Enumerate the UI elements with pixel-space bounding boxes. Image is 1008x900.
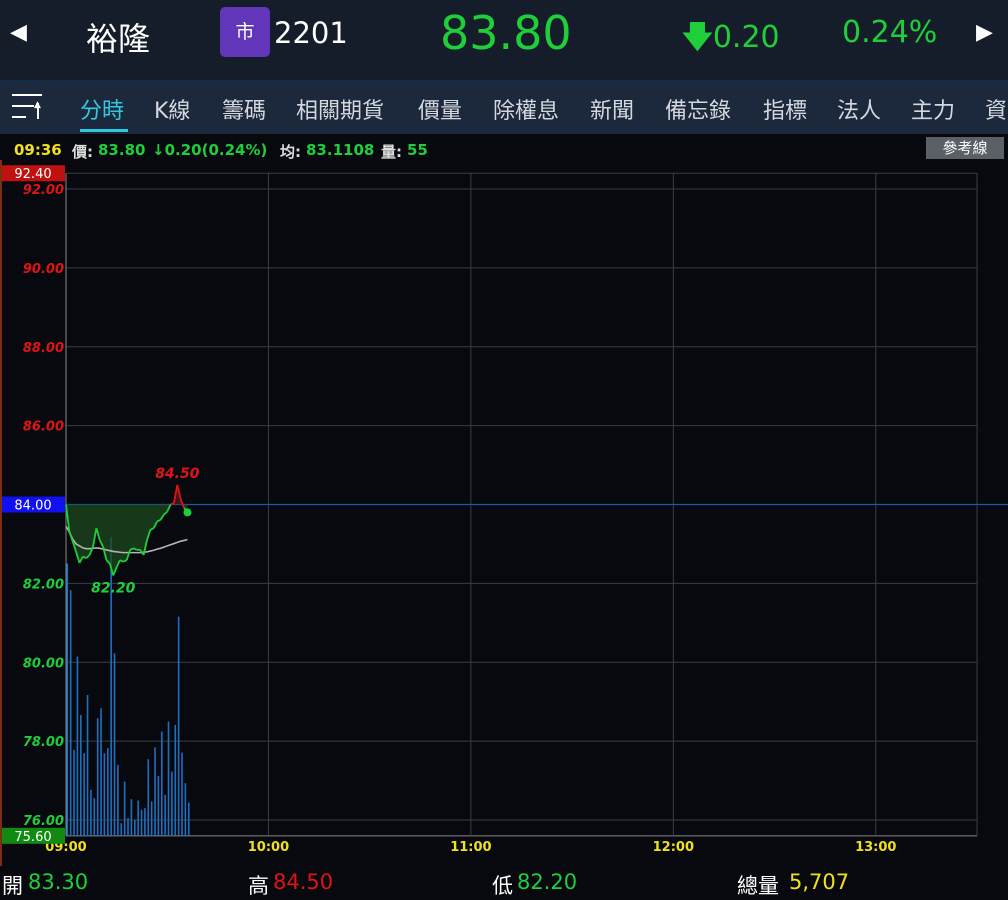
volume-bar bbox=[154, 747, 156, 836]
market-badge: 市 bbox=[220, 7, 270, 57]
tab-7[interactable]: 備忘錄 bbox=[665, 93, 731, 125]
volume-bar bbox=[76, 656, 79, 836]
volume-bar bbox=[147, 759, 150, 836]
volume-bar bbox=[90, 789, 92, 836]
info-vol: 55 bbox=[407, 141, 428, 159]
volume-bar bbox=[157, 775, 160, 836]
active-tab-underline bbox=[80, 129, 128, 132]
volume-bar bbox=[123, 781, 126, 836]
next-stock-icon[interactable]: ▶ bbox=[976, 20, 993, 45]
volume-bar bbox=[100, 708, 102, 836]
y-tick-label: 80.00 bbox=[23, 656, 64, 671]
info-avg: 83.1108 bbox=[306, 141, 375, 159]
y-tick-label: 82.00 bbox=[23, 577, 64, 592]
info-price: 83.80 bbox=[98, 141, 146, 159]
volume-bar bbox=[130, 799, 133, 836]
x-tick-label: 10:00 bbox=[248, 840, 289, 855]
max-limit-label: 92.40 bbox=[14, 167, 51, 182]
high-value: 84.50 bbox=[273, 870, 334, 894]
volume-bar bbox=[167, 721, 170, 836]
down-arrow-icon: 🡇 bbox=[682, 20, 713, 55]
volume-bar bbox=[120, 823, 123, 836]
stock-name: 裕隆 bbox=[86, 20, 151, 58]
y-tick-label: 90.00 bbox=[23, 262, 64, 277]
volume-bar bbox=[73, 749, 75, 836]
x-tick-label: 13:00 bbox=[855, 840, 896, 855]
open-value: 83.30 bbox=[28, 870, 89, 894]
volume-bar bbox=[174, 724, 177, 836]
volume-bar bbox=[83, 753, 85, 836]
vol-label: 量: bbox=[381, 143, 402, 161]
x-tick-label: 12:00 bbox=[653, 840, 694, 855]
volume-bar bbox=[187, 802, 190, 836]
last-price-dot bbox=[183, 508, 192, 517]
x-tick-label: 11:00 bbox=[450, 840, 491, 855]
price-change: 🡇0.20 bbox=[682, 20, 780, 55]
y-tick-label: 76.00 bbox=[23, 814, 64, 829]
y-tick-label: 88.00 bbox=[23, 341, 64, 356]
tab-2[interactable]: 籌碼 bbox=[222, 93, 266, 125]
total-volume-label: 總量 bbox=[737, 874, 779, 898]
high-price-label: 84.50 bbox=[155, 466, 200, 482]
intraday-chart: 92.00 90.00 88.00 86.00 82.00 80.00 78.00 76.00… bbox=[0, 160, 1008, 866]
volume-bar bbox=[150, 801, 153, 836]
open-label: 開 bbox=[2, 874, 23, 898]
min-limit-label: 75.60 bbox=[14, 830, 51, 845]
tab-5[interactable]: 除權息 bbox=[493, 93, 559, 125]
volume-bar bbox=[66, 563, 69, 836]
tab-9[interactable]: 法人 bbox=[837, 93, 881, 125]
volume-bar bbox=[86, 694, 89, 836]
low-price-label: 82.20 bbox=[91, 581, 136, 597]
volume-bar bbox=[184, 783, 187, 836]
tab-4[interactable]: 價量 bbox=[418, 93, 462, 125]
volume-bar bbox=[140, 809, 143, 836]
volume-bar bbox=[127, 818, 129, 836]
reference-price-label: 84.00 bbox=[14, 499, 51, 514]
low-value: 82.20 bbox=[517, 870, 578, 894]
y-tick-label: 86.00 bbox=[23, 420, 64, 435]
price-label: 價: bbox=[72, 143, 93, 161]
volume-bar bbox=[93, 798, 96, 836]
volume-bar bbox=[171, 771, 173, 836]
tab-6[interactable]: 新聞 bbox=[590, 93, 634, 125]
total-volume-value: 5,707 bbox=[789, 870, 850, 894]
last-price: 83.80 bbox=[440, 6, 572, 60]
y-tick-label: 78.00 bbox=[23, 735, 64, 750]
tab-bar: ▲ 分時 K線 籌碼 相關期貨 價量 除權息 新聞 備忘錄 指標 法人 主力資 bbox=[0, 80, 1008, 134]
volume-bar bbox=[177, 616, 180, 836]
volume-bar bbox=[181, 752, 183, 836]
tab-11[interactable]: 資 bbox=[985, 93, 1007, 125]
volume-bar bbox=[137, 800, 139, 836]
y-tick-label: 92.00 bbox=[23, 183, 64, 198]
avg-label: 均: bbox=[280, 143, 301, 161]
volume-bar bbox=[69, 590, 72, 836]
tab-1[interactable]: K線 bbox=[154, 93, 190, 125]
sort-menu-icon[interactable]: ▲ bbox=[12, 93, 44, 121]
volume-bar bbox=[106, 748, 109, 836]
volume-bar bbox=[113, 653, 116, 836]
volume-bar bbox=[117, 764, 119, 836]
info-time: 09:36 bbox=[14, 141, 62, 159]
quote-header: ◀ 裕隆 市 2201 83.80 🡇0.20 0.24% ▶ bbox=[0, 0, 1008, 80]
volume-bar bbox=[133, 819, 136, 836]
volume-bar bbox=[144, 808, 146, 836]
low-label: 低 bbox=[492, 874, 513, 898]
volume-bar bbox=[79, 714, 82, 836]
change-percent: 0.24% bbox=[842, 15, 938, 50]
tab-8[interactable]: 指標 bbox=[763, 93, 807, 125]
info-change: ↓0.20(0.24%) bbox=[152, 141, 268, 159]
reference-line-button[interactable]: 參考線 bbox=[926, 137, 1004, 159]
tab-3[interactable]: 相關期貨 bbox=[296, 93, 384, 125]
tab-0[interactable]: 分時 bbox=[80, 93, 124, 125]
volume-bar bbox=[96, 718, 99, 836]
volume-bar bbox=[160, 731, 163, 836]
summary-footer: 開 83.30 高 84.50 低 82.20 總量 5,707 bbox=[0, 866, 1008, 900]
prev-stock-icon[interactable]: ◀ bbox=[10, 20, 27, 45]
stock-code: 2201 bbox=[274, 16, 348, 50]
tab-10[interactable]: 主力 bbox=[911, 93, 955, 125]
high-label: 高 bbox=[248, 874, 269, 898]
volume-bar bbox=[103, 753, 106, 836]
volume-bar bbox=[164, 794, 166, 836]
